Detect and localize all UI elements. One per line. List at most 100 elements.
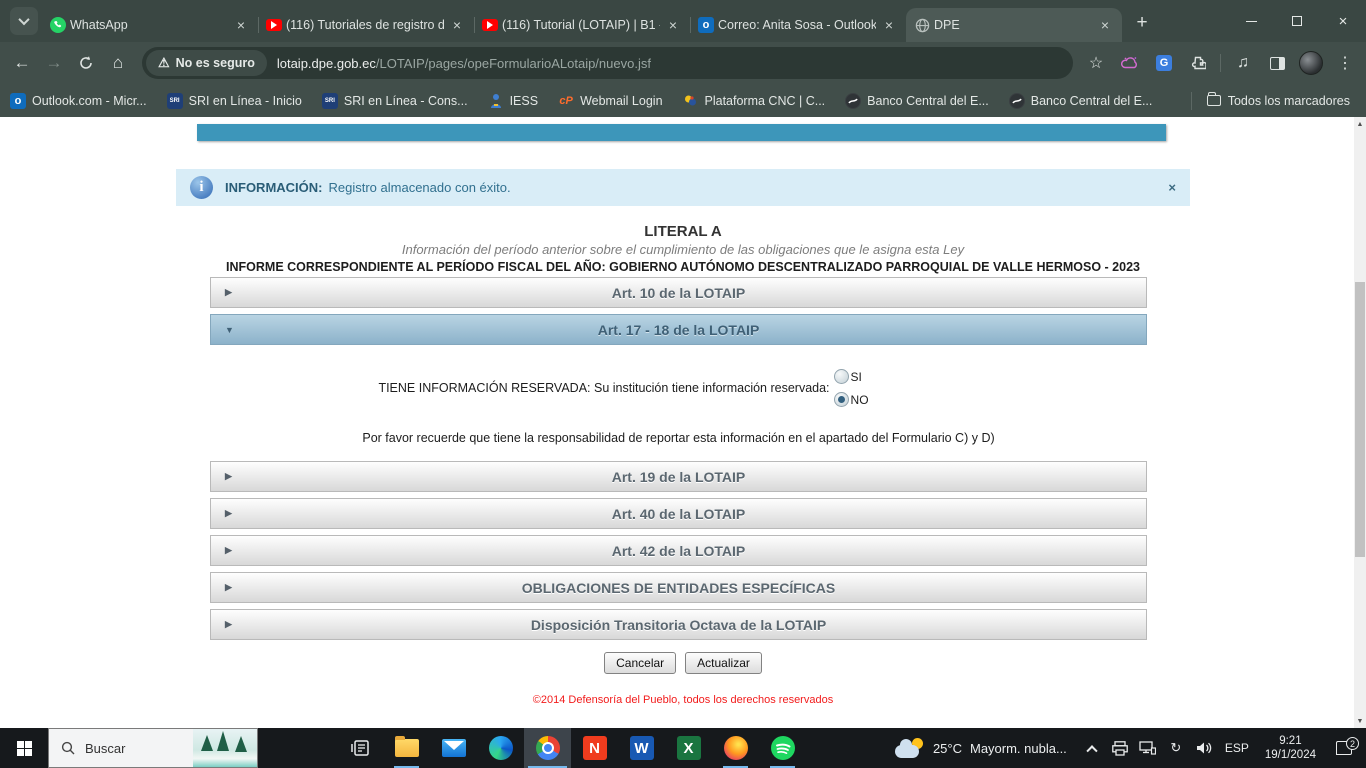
bookmark-bce-1[interactable]: Banco Central del E... [845,93,989,109]
radio-no-circle-selected[interactable] [834,392,849,407]
form-buttons: Cancelar Actualizar [0,652,1366,674]
minimize-button[interactable] [1228,0,1274,42]
mail-button[interactable] [430,728,477,768]
firefox-button[interactable] [712,728,759,768]
language-indicator[interactable]: ESP [1219,741,1255,755]
bookmark-sri-consultas[interactable]: SRISRI en Línea - Cons... [322,93,468,109]
taskbar-search-input[interactable]: Buscar [48,728,258,768]
start-button[interactable] [0,728,48,768]
tab-close-icon[interactable]: × [664,16,682,34]
search-placeholder: Buscar [85,741,125,756]
maximize-button[interactable] [1274,0,1320,42]
all-bookmarks-label: Todos los marcadores [1228,94,1350,108]
bookmark-outlook[interactable]: oOutlook.com - Micr... [10,93,147,109]
all-bookmarks-button[interactable]: Todos los marcadores [1206,93,1350,109]
scroll-up-icon[interactable]: ▲ [1354,117,1366,131]
tab-youtube-1[interactable]: (116) Tutoriales de registro d × [258,8,474,42]
address-bar[interactable]: ⚠ No es seguro lotaip.dpe.gob.ec/LOTAIP/… [142,47,1073,79]
alert-label: INFORMACIÓN: [225,180,323,195]
bookmark-cnc[interactable]: Plataforma CNC | C... [683,93,826,109]
scroll-down-icon[interactable]: ▼ [1354,714,1366,728]
security-chip[interactable]: ⚠ No es seguro [146,50,267,76]
chrome-icon [536,736,560,760]
tab-close-icon[interactable]: × [232,16,250,34]
reload-button[interactable] [70,47,102,79]
tab-title: DPE [934,18,1092,32]
alert-message: Registro almacenado con éxito. [329,180,511,195]
windows-logo-icon [17,741,32,756]
section-disposicion-transitoria[interactable]: ▶Disposición Transitoria Octava de la LO… [210,609,1147,640]
weather-temp: 25°C [933,741,962,756]
tab-close-icon[interactable]: × [448,16,466,34]
home-button[interactable]: ⌂ [102,47,134,79]
excel-icon: X [677,736,701,760]
section-art-40[interactable]: ▶Art. 40 de la LOTAIP [210,498,1147,529]
word-button[interactable]: W [618,728,665,768]
tab-close-icon[interactable]: × [880,16,898,34]
radio-si-circle[interactable] [834,369,849,384]
bookmark-label: IESS [510,94,539,108]
extensions-puzzle-icon[interactable] [1183,48,1213,78]
alert-close-icon[interactable]: × [1168,180,1176,195]
excel-button[interactable]: X [665,728,712,768]
weather-widget[interactable]: 25°C Mayorm. nubla... [883,728,1079,768]
radio-option-no[interactable]: NO [834,392,869,407]
spotify-button[interactable] [759,728,806,768]
tab-whatsapp[interactable]: WhatsApp × [42,8,258,42]
clock-time: 9:21 [1279,734,1301,748]
bookmark-webmail[interactable]: cPWebmail Login [558,93,662,109]
bookmark-sri-inicio[interactable]: SRISRI en Línea - Inicio [167,93,302,109]
volume-icon[interactable] [1191,728,1217,768]
section-art-42[interactable]: ▶Art. 42 de la LOTAIP [210,535,1147,566]
network-icon[interactable] [1135,728,1161,768]
tab-dpe-active[interactable]: DPE × [906,8,1122,42]
section-art-17-18[interactable]: ▼Art. 17 - 18 de la LOTAIP [210,314,1147,345]
media-controls-icon[interactable]: ♫ [1228,48,1258,78]
section-art-19[interactable]: ▶Art. 19 de la LOTAIP [210,461,1147,492]
accordion: ▶Art. 10 de la LOTAIP ▼Art. 17 - 18 de l… [210,277,1147,646]
nitro-pdf-button[interactable]: N [571,728,618,768]
new-tab-button[interactable]: + [1128,9,1156,37]
caret-right-icon: ▶ [225,619,232,630]
radio-no-label: NO [851,393,869,407]
clock-widget[interactable]: 9:21 19/1/2024 [1257,734,1324,762]
edge-icon [489,736,513,760]
vertical-scrollbar[interactable]: ▲ ▼ [1354,117,1366,728]
section-obligaciones[interactable]: ▶OBLIGACIONES DE ENTIDADES ESPECÍFICAS [210,572,1147,603]
chrome-button-active[interactable] [524,728,571,768]
report-line: INFORME CORRESPONDIENTE AL PERÍODO FISCA… [0,260,1366,274]
printer-icon[interactable] [1107,728,1133,768]
section-art-10[interactable]: ▶Art. 10 de la LOTAIP [210,277,1147,308]
outlook-icon: o [698,17,714,33]
sync-icon[interactable]: ↻ [1163,728,1189,768]
scrollbar-thumb[interactable] [1355,282,1365,557]
page-content: i INFORMACIÓN: Registro almacenado con é… [0,117,1366,728]
tab-outlook[interactable]: o Correo: Anita Sosa - Outlook × [690,8,906,42]
edge-button[interactable] [477,728,524,768]
bookmark-star-icon[interactable]: ☆ [1081,48,1111,78]
forward-button[interactable]: → [38,47,70,79]
back-button[interactable]: ← [6,47,38,79]
page-title: LITERAL A [0,223,1366,240]
tray-chevron-up-icon[interactable] [1079,728,1105,768]
caret-right-icon: ▶ [225,545,232,556]
tab-close-icon[interactable]: × [1096,16,1114,34]
extension-weather-icon[interactable] [1115,48,1145,78]
action-center-button[interactable]: 2 [1326,741,1362,755]
menu-dots-icon[interactable]: ⋮ [1330,48,1360,78]
bookmark-bce-2[interactable]: Banco Central del E... [1009,93,1153,109]
task-view-button[interactable] [336,728,383,768]
bookmark-iess[interactable]: IESS [488,93,539,109]
tab-youtube-2[interactable]: (116) Tutorial (LOTAIP) | B1 - × [474,8,690,42]
cancel-button[interactable]: Cancelar [604,652,676,674]
close-window-button[interactable]: × [1320,0,1366,42]
update-button[interactable]: Actualizar [685,652,762,674]
word-icon: W [630,736,654,760]
radio-option-si[interactable]: SI [834,369,869,384]
side-panel-icon[interactable] [1262,48,1292,78]
tab-search-button[interactable] [10,7,38,35]
iess-icon [488,93,504,109]
translate-icon[interactable]: G [1149,48,1179,78]
file-explorer-button[interactable] [383,728,430,768]
profile-avatar[interactable] [1296,48,1326,78]
